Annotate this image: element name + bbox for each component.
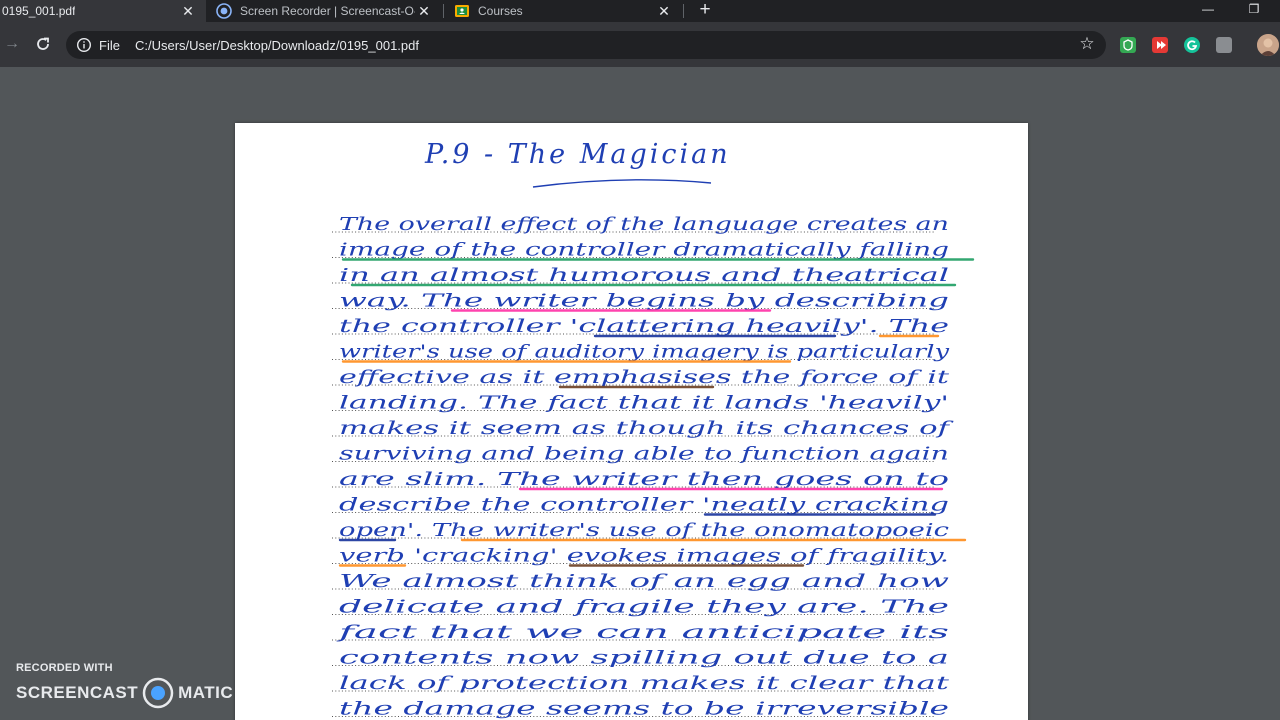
handwritten-line: describe the controller 'neatly cracking [339, 496, 949, 516]
watermark-brand: SCREENCAST MATIC [16, 677, 234, 709]
handwritten-line: the controller 'clattering heavily'. The [339, 317, 949, 337]
tab-title: 0195_001.pdf [2, 4, 76, 18]
close-tab-icon[interactable]: ✕ [656, 3, 672, 19]
handwritten-line: makes it seem as though its chances of [339, 419, 955, 439]
tab-title: Screen Recorder | Screencast-O-Matic [240, 4, 415, 18]
close-tab-icon[interactable]: ✕ [180, 3, 196, 19]
pdf-page: P.9 - The Magician The overall effect of … [235, 123, 1028, 720]
browser-window: 0195_001.pdf ✕ Screen Recorder | Screenc… [0, 0, 1280, 720]
video-extension-icon[interactable] [1152, 37, 1168, 53]
google-classroom-icon [455, 5, 469, 17]
handwritten-line: The overall effect of the language creat… [339, 215, 949, 235]
handwritten-line: effective as it emphasises the force of … [339, 368, 951, 388]
handwritten-line: are slim. The writer then goes on to [339, 470, 949, 490]
watermark-top-label: RECORDED WITH [16, 662, 113, 674]
restore-button[interactable]: ❐ [1231, 0, 1277, 22]
handwritten-line: contents now spilling out due to a [339, 649, 949, 669]
tab-strip: 0195_001.pdf ✕ Screen Recorder | Screenc… [0, 0, 1280, 22]
tab-courses[interactable]: Courses ✕ [444, 0, 682, 22]
extension-puzzle-icon[interactable] [1216, 37, 1232, 53]
handwritten-page: P.9 - The Magician The overall effect of … [332, 139, 975, 720]
handwritten-line: surviving and being able to function aga… [339, 445, 949, 465]
watermark-brand-right: MATIC [178, 683, 234, 702]
reload-icon[interactable] [33, 34, 53, 54]
profile-avatar[interactable] [1257, 34, 1279, 56]
recording-watermark: RECORDED WITH SCREENCAST MATIC [16, 662, 246, 712]
handwritten-line: We almost think of an egg and how [339, 572, 949, 592]
address-bar[interactable]: File C:/Users/User/Desktop/Downloadz/019… [66, 31, 1106, 59]
handwritten-line: in an almost humorous and theatrical [339, 266, 949, 286]
url-text[interactable]: C:/Users/User/Desktop/Downloadz/0195_001… [135, 38, 419, 53]
handwritten-line: the damage seems to be irreversible [339, 700, 949, 720]
close-tab-icon[interactable]: ✕ [416, 3, 432, 19]
grammarly-icon[interactable] [1184, 37, 1200, 53]
tab-title: Courses [478, 4, 523, 18]
handwritten-line: lack of protection makes it clear that [339, 674, 951, 694]
pdf-viewer: P.9 - The Magician The overall effect of … [0, 67, 1280, 720]
handwritten-line: landing. The fact that it lands 'heavily… [339, 394, 949, 414]
screencast-logo-icon [142, 677, 174, 709]
info-icon[interactable] [76, 37, 92, 53]
browser-toolbar: → File C:/Users/User/Desktop/Downloadz/0… [0, 22, 1280, 67]
tab-divider [683, 4, 684, 18]
bookmark-star-icon[interactable]: ☆ [1078, 35, 1096, 53]
heading-underline [532, 179, 712, 188]
screencast-logo-icon [216, 3, 232, 19]
handwritten-line: way. The writer begins by describing [339, 292, 949, 312]
shield-extension-icon[interactable] [1120, 37, 1136, 53]
handwritten-line: verb 'cracking' evokes images of fragili… [339, 547, 949, 567]
minimize-button[interactable]: — [1185, 0, 1231, 22]
handwritten-line: fact that we can anticipate its [334, 623, 949, 643]
handwritten-line: image of the controller dramatically fal… [339, 241, 949, 261]
tab-pdf[interactable]: 0195_001.pdf ✕ [0, 0, 206, 22]
handwritten-line: writer's use of auditory imagery is part… [339, 343, 951, 363]
watermark-brand-left: SCREENCAST [16, 683, 139, 702]
handwritten-line: delicate and fragile they are. The [339, 598, 949, 618]
handwritten-line: open'. The writer's use of the onomatopo… [339, 521, 949, 541]
file-scheme-label: File [99, 38, 120, 53]
document-heading: P.9 - The Magician [424, 139, 731, 170]
forward-arrow-icon[interactable]: → [2, 34, 22, 54]
new-tab-button[interactable]: + [696, 0, 714, 19]
tab-screen-recorder[interactable]: Screen Recorder | Screencast-O-Matic ✕ [206, 0, 442, 22]
